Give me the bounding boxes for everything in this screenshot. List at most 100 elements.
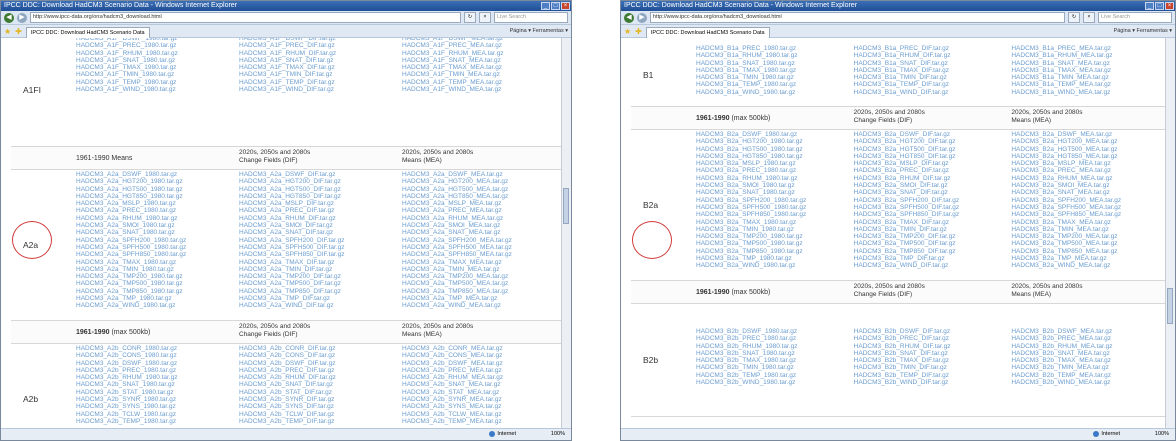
download-link[interactable]: HADCM3_A2a_SPFH500_1980.tar.gz bbox=[76, 244, 233, 251]
search-input[interactable]: Live Search bbox=[1098, 12, 1172, 23]
download-link[interactable]: HADCM3_A2a_DSWF_MEA.tar.gz bbox=[402, 171, 559, 178]
minimize-icon[interactable]: _ bbox=[1145, 2, 1154, 10]
download-link[interactable]: HADCM3_B2a_SPFH200_MEA.tar.gz bbox=[1011, 197, 1163, 204]
download-link[interactable]: HADCM3_A1F_TMAX_DIF.tar.gz bbox=[239, 64, 396, 71]
download-link[interactable]: HADCM3_A2a_RHUM_MEA.tar.gz bbox=[402, 215, 559, 222]
download-link[interactable]: HADCM3_A1F_RHUM_MEA.tar.gz bbox=[402, 50, 559, 57]
download-link[interactable]: HADCM3_B2a_PREC_DIF.tar.gz bbox=[854, 167, 1006, 174]
download-link[interactable]: HADCM3_A2a_SPFH200_MEA.tar.gz bbox=[402, 237, 559, 244]
download-link[interactable]: HADCM3_A2a_MSLP_DIF.tar.gz bbox=[239, 200, 396, 207]
download-link[interactable]: HADCM3_A2b_TEMP_DIF.tar.gz bbox=[239, 418, 396, 425]
download-link[interactable]: HADCM3_B2b_WIND_DIF.tar.gz bbox=[854, 379, 1006, 386]
download-link[interactable]: HADCM3_A2a_TMP_MEA.tar.gz bbox=[402, 295, 559, 302]
download-link[interactable]: HADCM3_B2a_HGT200_DIF.tar.gz bbox=[854, 138, 1006, 145]
download-link[interactable]: HADCM3_B2a_TMAX_DIF.tar.gz bbox=[854, 219, 1006, 226]
download-link[interactable]: HADCM3_B2b_SNAT_1980.tar.gz bbox=[696, 350, 848, 357]
download-link[interactable]: HADCM3_A2b_SYNR_MEA.tar.gz bbox=[402, 396, 559, 403]
download-link[interactable]: HADCM3_A2b_DSWF_1980.tar.gz bbox=[76, 360, 233, 367]
download-link[interactable]: HADCM3_B2a_MSLP_DIF.tar.gz bbox=[854, 160, 1006, 167]
download-link[interactable]: HADCM3_A2b_DSWF_MEA.tar.gz bbox=[402, 360, 559, 367]
download-link[interactable]: HADCM3_A1F_PREC_DIF.tar.gz bbox=[239, 42, 396, 49]
download-link[interactable]: HADCM3_A2b_STAT_1980.tar.gz bbox=[76, 389, 233, 396]
download-link[interactable]: HADCM3_A1F_WIND_DIF.tar.gz bbox=[239, 86, 396, 93]
download-link[interactable]: HADCM3_B1a_RHUM_DIF.tar.gz bbox=[854, 52, 1006, 59]
download-link[interactable]: HADCM3_B2b_TMIN_MEA.tar.gz bbox=[1011, 364, 1163, 371]
download-link[interactable]: HADCM3_A2a_RHUM_DIF.tar.gz bbox=[239, 215, 396, 222]
forward-icon[interactable]: ▶ bbox=[637, 12, 647, 23]
tab-active[interactable]: IPCC DDC: Download HadCM3 Scenario Data bbox=[645, 26, 770, 38]
download-link[interactable]: HADCM3_A2a_PREC_1980.tar.gz bbox=[76, 207, 233, 214]
download-link[interactable]: HADCM3_A2a_MSLP_1980.tar.gz bbox=[76, 200, 233, 207]
favorites-star-icon[interactable]: ★ bbox=[624, 27, 631, 36]
download-link[interactable]: HADCM3_B1a_TEMP_1980.tar.gz bbox=[696, 81, 848, 88]
vertical-scrollbar[interactable] bbox=[561, 38, 571, 429]
download-link[interactable]: HADCM3_B2a_TMP500_MEA.tar.gz bbox=[1011, 240, 1163, 247]
maximize-icon[interactable]: □ bbox=[1155, 2, 1164, 10]
download-link[interactable]: HADCM3_A2a_TMP200_1980.tar.gz bbox=[76, 273, 233, 280]
download-link[interactable]: HADCM3_A2b_SYNS_DIF.tar.gz bbox=[239, 403, 396, 410]
download-link[interactable]: HADCM3_B2a_TMP_MEA.tar.gz bbox=[1011, 255, 1163, 262]
download-link[interactable]: HADCM3_A2a_TMP500_1980.tar.gz bbox=[76, 280, 233, 287]
download-link[interactable]: HADCM3_A2b_RHUM_MEA.tar.gz bbox=[402, 374, 559, 381]
download-link[interactable]: HADCM3_A2b_CONR_DIF.tar.gz bbox=[239, 345, 396, 352]
download-link[interactable]: HADCM3_B2a_SPFH500_MEA.tar.gz bbox=[1011, 204, 1163, 211]
download-link[interactable]: HADCM3_A2a_HGT850_1980.tar.gz bbox=[76, 193, 233, 200]
favorites-star-icon[interactable]: ★ bbox=[4, 27, 11, 36]
download-link[interactable]: HADCM3_B2b_TEMP_MEA.tar.gz bbox=[1011, 372, 1163, 379]
download-link[interactable]: HADCM3_A1F_WIND_MEA.tar.gz bbox=[402, 86, 559, 93]
download-link[interactable]: HADCM3_B2a_TMP500_DIF.tar.gz bbox=[854, 240, 1006, 247]
download-link[interactable]: HADCM3_B2a_HGT200_MEA.tar.gz bbox=[1011, 138, 1163, 145]
download-link[interactable]: HADCM3_A1F_PREC_1980.tar.gz bbox=[76, 42, 233, 49]
download-link[interactable]: HADCM3_B2a_RHUM_DIF.tar.gz bbox=[854, 175, 1006, 182]
download-link[interactable]: HADCM3_B2a_WIND_1980.tar.gz bbox=[696, 262, 848, 269]
download-link[interactable]: HADCM3_A2a_RHUM_1980.tar.gz bbox=[76, 215, 233, 222]
download-link[interactable]: HADCM3_B2a_TMIN_DIF.tar.gz bbox=[854, 226, 1006, 233]
download-link[interactable]: HADCM3_B2a_TMP200_DIF.tar.gz bbox=[854, 233, 1006, 240]
download-link[interactable]: HADCM3_A2a_HGT200_DIF.tar.gz bbox=[239, 178, 396, 185]
download-link[interactable]: HADCM3_B2a_SPFH850_DIF.tar.gz bbox=[854, 211, 1006, 218]
download-link[interactable]: HADCM3_A2b_CONS_DIF.tar.gz bbox=[239, 352, 396, 359]
download-link[interactable]: HADCM3_A1F_TMAX_MEA.tar.gz bbox=[402, 64, 559, 71]
download-link[interactable]: HADCM3_A2a_SMOI_1980.tar.gz bbox=[76, 222, 233, 229]
download-link[interactable]: HADCM3_B1a_TEMP_DIF.tar.gz bbox=[854, 81, 1006, 88]
download-link[interactable]: HADCM3_B2a_HGT850_MEA.tar.gz bbox=[1011, 153, 1163, 160]
tab-active[interactable]: IPCC DDC: Download HadCM3 Scenario Data bbox=[25, 26, 150, 38]
refresh-icon[interactable]: ↻ bbox=[1068, 12, 1080, 23]
download-link[interactable]: HADCM3_B2b_WIND_1980.tar.gz bbox=[696, 379, 848, 386]
scrollbar-thumb[interactable] bbox=[563, 188, 569, 224]
minimize-icon[interactable]: _ bbox=[541, 2, 550, 10]
download-link[interactable]: HADCM3_A2b_TCLW_MEA.tar.gz bbox=[402, 411, 559, 418]
download-link[interactable]: HADCM3_B1a_WIND_MEA.tar.gz bbox=[1011, 89, 1163, 96]
download-link[interactable]: HADCM3_B1a_TEMP_MEA.tar.gz bbox=[1011, 81, 1163, 88]
download-link[interactable]: HADCM3_B2b_DSWF_DIF.tar.gz bbox=[854, 328, 1006, 335]
download-link[interactable]: HADCM3_A2a_SNAT_DIF.tar.gz bbox=[239, 229, 396, 236]
download-link[interactable]: HADCM3_A2a_SNAT_1980.tar.gz bbox=[76, 229, 233, 236]
forward-icon[interactable]: ▶ bbox=[17, 12, 27, 23]
command-bar-tools[interactable]: Página ▾ Ferramentas ▾ bbox=[1114, 28, 1172, 34]
download-link[interactable]: HADCM3_B2a_TMAX_1980.tar.gz bbox=[696, 219, 848, 226]
url-field[interactable]: http://www.ipcc-data.org/ons/hadcm3_down… bbox=[30, 12, 461, 23]
download-link[interactable]: HADCM3_B2a_TMP_DIF.tar.gz bbox=[854, 255, 1006, 262]
download-link[interactable]: HADCM3_B1a_WIND_1980.tar.gz bbox=[696, 89, 848, 96]
download-link[interactable]: HADCM3_A2a_WIND_DIF.tar.gz bbox=[239, 302, 396, 309]
search-input[interactable]: Live Search bbox=[494, 12, 568, 23]
add-favorite-icon[interactable]: ✚ bbox=[15, 27, 22, 36]
download-link[interactable]: HADCM3_B2a_RHUM_MEA.tar.gz bbox=[1011, 175, 1163, 182]
download-link[interactable]: HADCM3_A2a_PREC_DIF.tar.gz bbox=[239, 207, 396, 214]
download-link[interactable]: HADCM3_A2a_TMP200_DIF.tar.gz bbox=[239, 273, 396, 280]
download-link[interactable]: HADCM3_B1a_RHUM_1980.tar.gz bbox=[696, 52, 848, 59]
download-link[interactable]: HADCM3_B2b_DSWF_MEA.tar.gz bbox=[1011, 328, 1163, 335]
download-link[interactable]: HADCM3_B2a_HGT850_DIF.tar.gz bbox=[854, 153, 1006, 160]
download-link[interactable]: HADCM3_A2a_HGT500_MEA.tar.gz bbox=[402, 186, 559, 193]
download-link[interactable]: HADCM3_B2b_TEMP_1980.tar.gz bbox=[696, 372, 848, 379]
scrollbar-thumb[interactable] bbox=[1167, 288, 1173, 324]
download-link[interactable]: HADCM3_A2b_TCLW_1980.tar.gz bbox=[76, 411, 233, 418]
close-icon[interactable]: × bbox=[561, 2, 570, 10]
download-link[interactable]: HADCM3_A2a_SPFH850_DIF.tar.gz bbox=[239, 251, 396, 258]
download-link[interactable]: HADCM3_A2a_TMIN_DIF.tar.gz bbox=[239, 266, 396, 273]
download-link[interactable]: HADCM3_B1a_TMIN_MEA.tar.gz bbox=[1011, 74, 1163, 81]
maximize-icon[interactable]: □ bbox=[551, 2, 560, 10]
download-link[interactable]: HADCM3_A1F_RHUM_1980.tar.gz bbox=[76, 50, 233, 57]
download-link[interactable]: HADCM3_A2b_SNAT_DIF.tar.gz bbox=[239, 381, 396, 388]
download-link[interactable]: HADCM3_B2b_SNAT_MEA.tar.gz bbox=[1011, 350, 1163, 357]
